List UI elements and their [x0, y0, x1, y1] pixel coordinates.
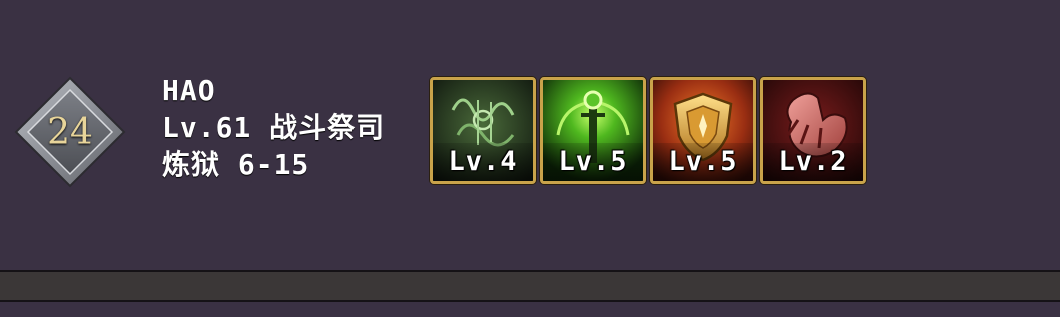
player-stage: 炼狱 6-15 — [162, 148, 310, 181]
ranking-row[interactable]: 24 HAO Lv.61 战斗祭司 炼狱 6-15 Lv.4 Lv.5 Lv.5… — [0, 0, 1060, 270]
rank-number: 24 — [47, 111, 93, 153]
skill-level: Lv.5 — [668, 146, 738, 177]
skill-level: Lv.2 — [778, 146, 848, 177]
player-info: HAO Lv.61 战斗祭司 炼狱 6-15 — [162, 72, 385, 183]
skill-level: Lv.4 — [448, 146, 518, 177]
skill-card[interactable]: Lv.5 — [540, 77, 646, 184]
rank-badge: 24 — [14, 76, 126, 188]
player-name: HAO — [162, 74, 216, 107]
row-divider — [0, 270, 1060, 302]
skill-card[interactable]: Lv.2 — [760, 77, 866, 184]
skill-list: Lv.4 Lv.5 Lv.5 Lv.2 — [430, 77, 866, 184]
skill-card[interactable]: Lv.5 — [650, 77, 756, 184]
player-level-class: Lv.61 战斗祭司 — [162, 111, 386, 144]
skill-card[interactable]: Lv.4 — [430, 77, 536, 184]
skill-level: Lv.5 — [558, 146, 628, 177]
